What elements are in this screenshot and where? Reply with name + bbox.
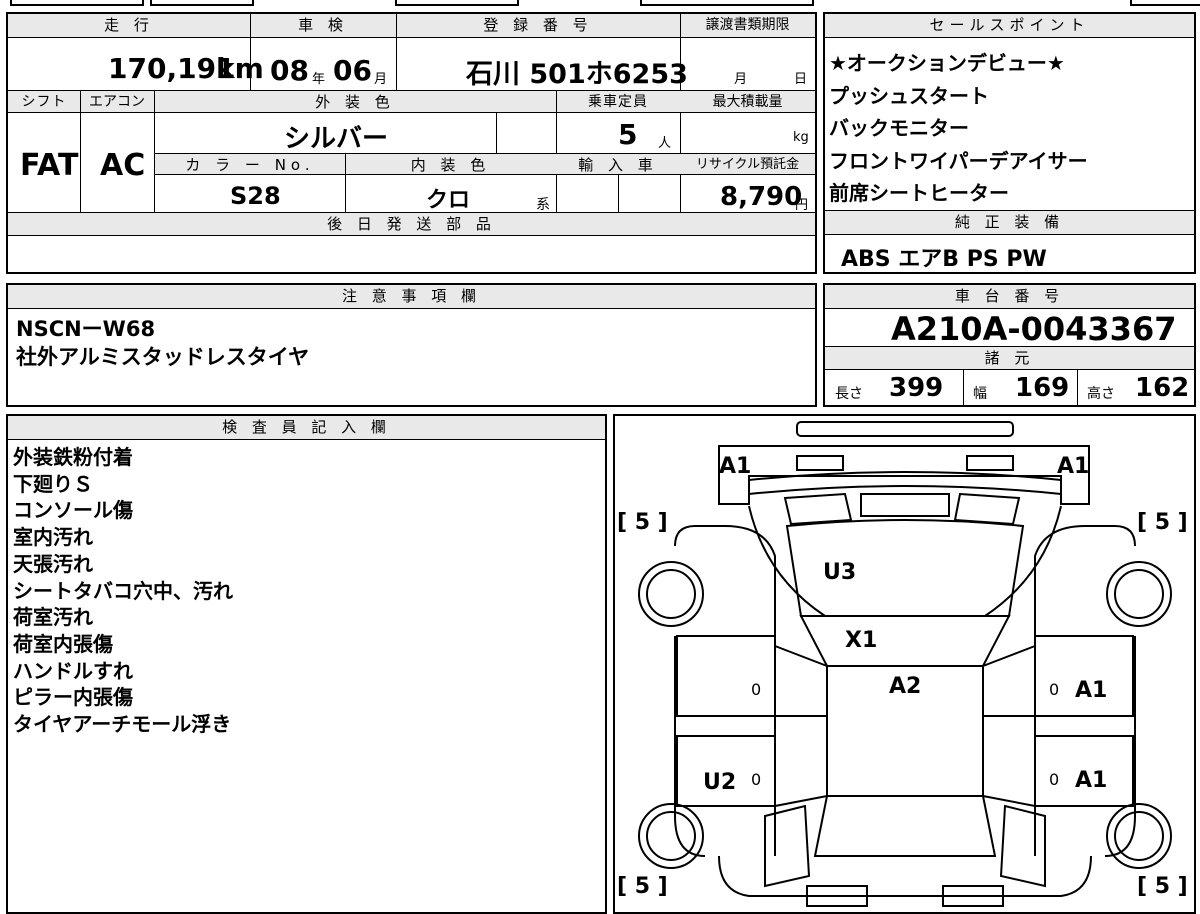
specs-header: 諸 元	[825, 346, 1194, 370]
length-label: 長さ	[835, 386, 863, 402]
genuine-equipment-value: ABS エアB PS PW	[841, 247, 1047, 272]
registration-value: 石川 501ホ6253	[466, 59, 688, 90]
notes-box: 注 意 事 項 欄 NSCNーW68 社外アルミスタッドレスタイヤ	[6, 283, 817, 407]
interior-color-unit: 系	[536, 197, 550, 213]
inspector-note-line: コンソール傷	[13, 498, 133, 523]
inspector-note-line: 外装鉄粉付着	[13, 445, 133, 469]
sales-points-list: ★オークションデビュー★ プッシュスタート バックモニター フロントワイパーデア…	[829, 47, 1088, 210]
aircon-header: エアコン	[80, 91, 154, 113]
notes-header: 注 意 事 項 欄	[8, 285, 815, 309]
height-label: 高さ	[1087, 386, 1115, 402]
aircon-value: AC	[100, 148, 146, 183]
inspector-note-line: シートタバコ穴中、汚れ	[13, 578, 233, 603]
damage-mark-windshield: X1	[845, 628, 878, 653]
inspection-month-unit: 月	[374, 72, 388, 87]
tire-depth-rear-right: [ 5 ]	[1137, 874, 1188, 899]
inspector-note-line: 荷室汚れ	[13, 605, 93, 630]
shift-header: シフト	[8, 91, 80, 113]
car-diagram-box: A1 A1 U3 X1 A2 A1 A1 U2 0 0 0 0 [ 5 ] [ …	[613, 414, 1196, 914]
inspector-note-line: タイヤアーチモール浮き	[13, 712, 232, 737]
length-value: 399	[889, 373, 944, 403]
sales-point-item: フロントワイパーデアイサー	[829, 148, 1088, 173]
inspector-notes-list: 外装鉄粉付着 下廻りＳ コンソール傷 室内汚れ 天張汚れ シートタバコ穴中、汚れ…	[13, 444, 233, 738]
car-outline-diagram	[638, 421, 1172, 907]
interior-color-value: クロ	[426, 188, 471, 213]
shift-value: FAT	[20, 148, 79, 183]
inspector-note-line: 室内汚れ	[13, 525, 93, 550]
transfer-day-unit: 日	[794, 72, 808, 87]
note-line: NSCNーW68	[16, 317, 156, 341]
inspector-note-line: ハンドルすれ	[13, 658, 133, 683]
damage-mark-roof: A2	[889, 674, 922, 699]
inspection-month: 06	[333, 54, 372, 87]
notes-list: NSCNーW68 社外アルミスタッドレスタイヤ	[16, 315, 309, 371]
recycle-deposit-header: リサイクル預託金	[680, 154, 815, 175]
mileage-unit: km	[216, 52, 264, 85]
color-no-value: S28	[230, 182, 281, 210]
capacity-header: 乗車定員	[556, 91, 680, 113]
mileage-header: 走 行	[8, 14, 250, 38]
later-parts-header: 後 日 発 送 部 品	[8, 213, 815, 236]
damage-mark-hood: U3	[823, 560, 857, 585]
recycle-deposit-value: 8,790	[720, 182, 803, 212]
genuine-equipment-box: 純 正 装 備 ABS エアB PS PW	[823, 210, 1196, 274]
recycle-deposit-unit: 円	[795, 198, 809, 213]
width-value: 169	[1015, 373, 1070, 403]
door-zero-marker: 0	[1049, 770, 1060, 789]
capacity-unit: 人	[658, 136, 672, 151]
note-line: 社外アルミスタッドレスタイヤ	[16, 345, 310, 369]
interior-color-header: 内 装 色	[345, 154, 556, 175]
top-cutoff-strip	[0, 0, 1200, 6]
damage-mark-front-right: A1	[1057, 454, 1090, 479]
transfer-deadline-header: 譲渡書類期限	[680, 14, 815, 38]
width-label: 幅	[973, 386, 987, 402]
chassis-header: 車 台 番 号	[825, 285, 1194, 309]
tire-depth-rear-left: [ 5 ]	[617, 874, 668, 899]
door-zero-marker: 0	[751, 770, 762, 789]
inspection-header: 車 検	[250, 14, 396, 38]
inspector-notes-box: 検 査 員 記 入 欄 外装鉄粉付着 下廻りＳ コンソール傷 室内汚れ 天張汚れ…	[6, 414, 607, 914]
sales-points-header: セールスポイント	[825, 14, 1194, 38]
height-value: 162	[1135, 373, 1190, 403]
genuine-equipment-header: 純 正 装 備	[825, 211, 1194, 235]
inspector-note-line: 荷室内張傷	[13, 631, 113, 656]
sales-point-item: プッシュスタート	[829, 83, 989, 108]
inspector-note-line: 下廻りＳ	[13, 471, 93, 496]
tire-depth-front-right: [ 5 ]	[1137, 510, 1188, 535]
sales-point-item: ★オークションデビュー★	[829, 51, 1065, 75]
color-no-header: カ ラ ー No.	[155, 154, 345, 175]
sales-point-item: 前席シートヒーター	[829, 181, 1009, 205]
exterior-color-header: 外 装 色	[154, 91, 556, 113]
damage-mark-rear-door-right: A1	[1075, 768, 1108, 793]
chassis-number: A210A-0043367	[891, 310, 1177, 348]
door-zero-marker: 0	[1049, 680, 1060, 699]
sales-point-item: バックモニター	[829, 116, 969, 140]
capacity-value: 5	[618, 118, 638, 151]
tire-depth-front-left: [ 5 ]	[617, 510, 668, 535]
sales-points-box: セールスポイント ★オークションデビュー★ プッシュスタート バックモニター フ…	[823, 12, 1196, 212]
inspector-notes-header: 検 査 員 記 入 欄	[8, 416, 605, 440]
inspection-year-unit: 年	[312, 72, 326, 87]
max-load-unit: kg	[793, 130, 809, 145]
damage-mark-front-left: A1	[719, 454, 752, 479]
registration-header: 登 録 番 号	[396, 14, 680, 38]
max-load-header: 最大積載量	[680, 91, 815, 113]
exterior-color-value: シルバー	[284, 124, 389, 154]
import-header: 輸 入 車	[556, 154, 680, 175]
inspection-year: 08	[270, 54, 309, 87]
chassis-box: 車 台 番 号 A210A-0043367 諸 元 長さ 399 幅 169 高…	[823, 283, 1196, 407]
damage-mark-rear-door-left: U2	[703, 770, 737, 795]
door-zero-marker: 0	[751, 680, 762, 699]
inspector-note-line: 天張汚れ	[13, 551, 93, 576]
transfer-month-unit: 月	[734, 72, 748, 87]
vehicle-info-table: 走 行 車 検 登 録 番 号 譲渡書類期限 170,191 km 08 年 0…	[6, 12, 817, 274]
damage-mark-front-door-right: A1	[1075, 678, 1108, 703]
inspector-note-line: ピラー内張傷	[13, 685, 133, 710]
